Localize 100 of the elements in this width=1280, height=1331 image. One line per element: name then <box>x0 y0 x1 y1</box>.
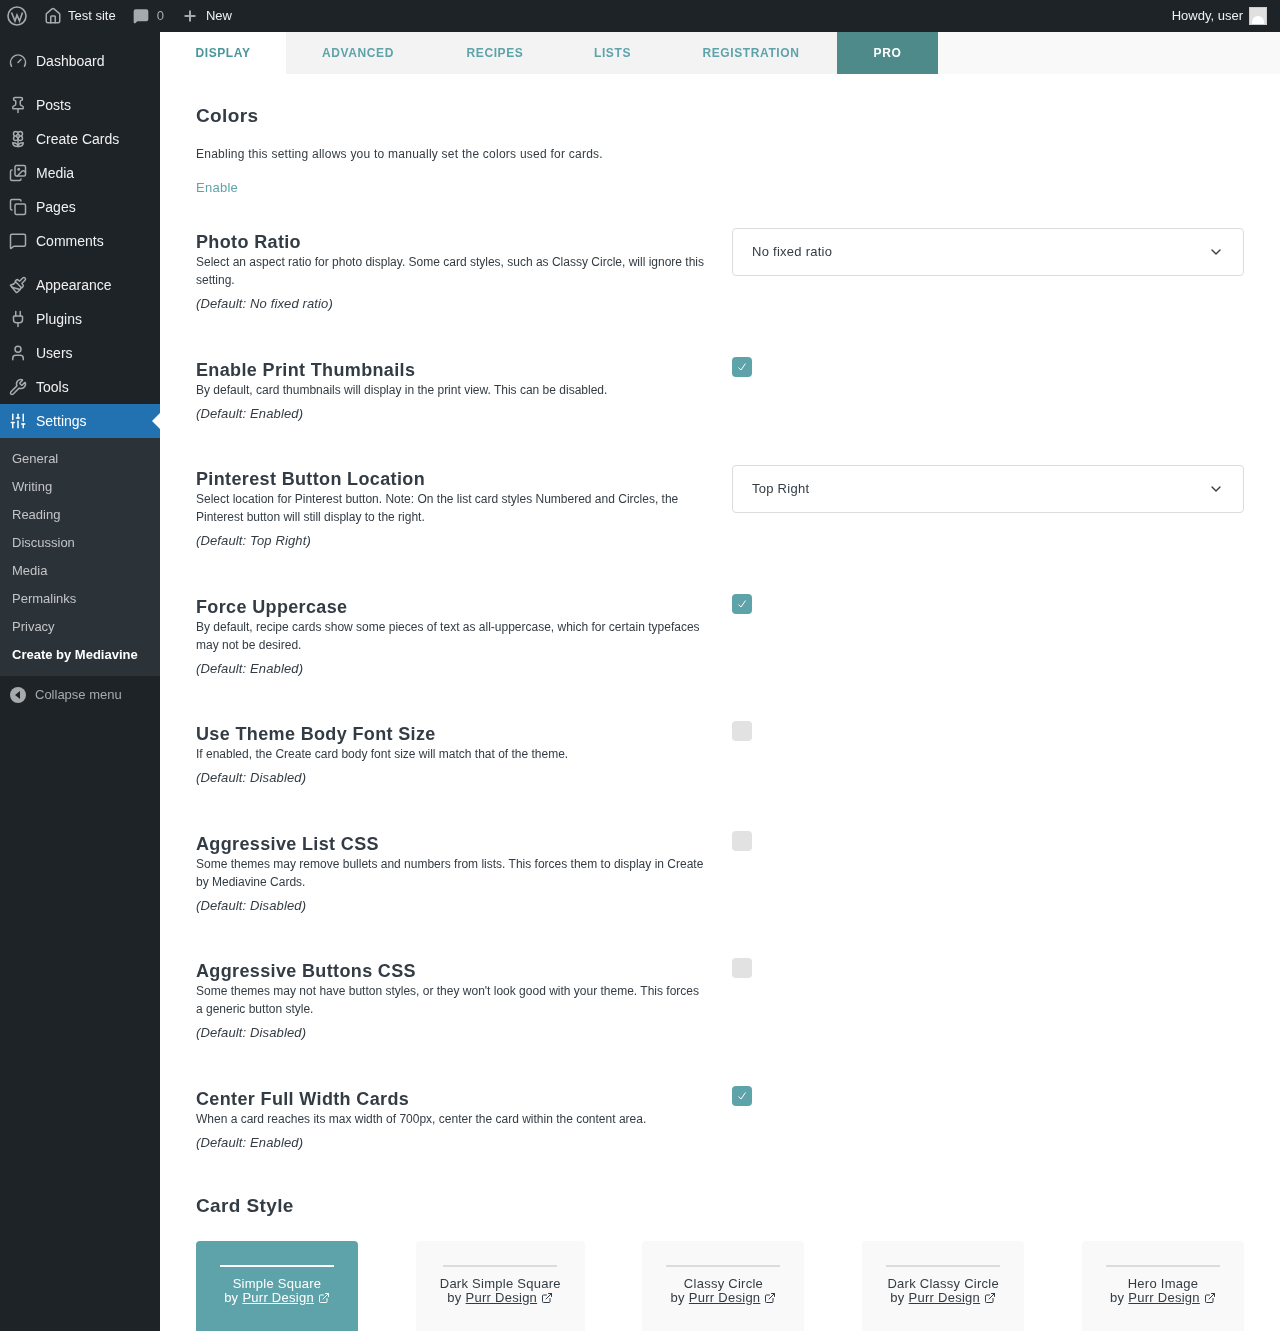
style-name: Hero Image <box>1127 1276 1199 1291</box>
menu-item[interactable]: Create Cards <box>0 122 160 156</box>
plus-icon <box>181 8 198 24</box>
external-link-icon <box>541 1291 554 1304</box>
setting-description: Select location for Pinterest button. Note: On the list card styles Numbered and Circles, the Pinterest button will still display to the right. <box>196 491 680 526</box>
avatar-icon[interactable] <box>1249 7 1267 25</box>
checkbox[interactable] <box>732 593 752 614</box>
home-icon <box>44 7 62 25</box>
style-name: Dark Simple Square <box>439 1276 561 1291</box>
collapse-menu-link[interactable]: Collapse menu <box>35 685 122 705</box>
gauge-icon <box>9 52 27 70</box>
submenu-item[interactable]: Writing <box>0 473 160 501</box>
menu-item[interactable]: Comments <box>0 224 160 258</box>
menu-item[interactable]: Media <box>0 156 160 190</box>
setting-default: (Default: Enabled) <box>196 1133 305 1152</box>
menu-item[interactable]: Tools <box>0 370 160 404</box>
style-name: Classy Circle <box>683 1276 764 1291</box>
setting-title: Photo Ratio <box>196 231 302 253</box>
comment-icon <box>132 8 149 24</box>
by-label: by <box>670 1290 685 1305</box>
settings-tab[interactable]: PRO <box>837 32 938 74</box>
greeting-link[interactable]: Howdy, user <box>1171 6 1243 26</box>
colors-title: Colors <box>196 104 260 128</box>
menu-item[interactable]: Users <box>0 336 160 370</box>
author-link[interactable]: Purr Design <box>688 1290 761 1305</box>
author-link[interactable]: Purr Design <box>1128 1290 1200 1305</box>
checkbox[interactable] <box>732 958 752 978</box>
setting-title: Aggressive Buttons CSS <box>196 960 417 982</box>
author-link[interactable]: Purr Design <box>465 1290 538 1305</box>
submenu-item[interactable]: Permalinks <box>0 585 160 613</box>
checkbox[interactable] <box>732 1085 752 1106</box>
checkmark-icon <box>737 361 747 372</box>
pin-icon <box>9 96 27 114</box>
submenu-item[interactable]: Reading <box>0 501 160 529</box>
setting-title: Enable Print Thumbnails <box>196 358 417 381</box>
setting-description: Select an aspect ratio for photo display. Some card styles, such as Classy Circle, will ignore this setting. <box>196 254 705 289</box>
by-label: by <box>1110 1290 1125 1305</box>
setting-title: Pinterest Button Location <box>196 468 426 490</box>
checkmark-icon <box>737 1090 747 1101</box>
card-style-option[interactable]: Hero Image by Purr Design <box>1081 1240 1244 1331</box>
menu-item[interactable]: Appearance <box>0 268 160 302</box>
checkbox[interactable] <box>732 356 752 377</box>
setting-default: (Default: Disabled) <box>196 769 308 787</box>
submenu-item[interactable]: Discussion <box>0 529 160 557</box>
by-label: by <box>447 1290 462 1305</box>
submenu-item[interactable]: Media <box>0 557 160 585</box>
comment-count[interactable]: 0 <box>156 6 164 26</box>
setting-default: (Default: No fixed ratio) <box>196 295 334 313</box>
images-icon <box>9 164 27 182</box>
checkbox[interactable] <box>732 721 752 741</box>
external-link-icon <box>984 1291 997 1304</box>
setting-default: (Default: Disabled) <box>196 1024 308 1042</box>
select-field[interactable]: No fixed ratio <box>732 228 1244 276</box>
colors-description: Enabling this setting allows you to manually set the colors used for cards. <box>196 145 604 163</box>
setting-default: (Default: Top Right) <box>196 532 312 550</box>
external-link-icon <box>317 1291 330 1304</box>
select-field[interactable]: Top Right <box>732 465 1244 513</box>
style-name: Simple Square <box>232 1276 322 1291</box>
by-label: by <box>890 1290 905 1305</box>
wordpress-logo-icon[interactable] <box>7 6 27 26</box>
setting-description: By default, card thumbnails will display in the print view. This can be disabled. <box>196 381 609 399</box>
wrench-icon <box>9 378 27 396</box>
card-style-option[interactable]: Classy Circle by Purr Design <box>642 1240 805 1331</box>
setting-description: Some themes may remove bullets and numbers from lists. This forces them to display in Create by Mediavine Cards. <box>196 855 705 891</box>
flower-icon <box>9 130 27 148</box>
setting-title: Center Full Width Cards <box>196 1087 411 1110</box>
by-label: by <box>224 1290 239 1305</box>
menu-item[interactable]: Settings <box>0 404 160 438</box>
checkmark-icon <box>737 598 747 609</box>
setting-description: When a card reaches its max width of 700px, center the card within the content area. <box>196 1110 648 1128</box>
paintbrush-icon <box>9 276 27 294</box>
setting-title: Force Uppercase <box>196 595 349 618</box>
setting-description: Some themes may not have button styles, or they won't look good with your theme. This forces a generic button style. <box>196 983 700 1018</box>
setting-title: Aggressive List CSS <box>196 832 380 855</box>
site-link[interactable]: Test site <box>68 6 116 26</box>
setting-description: If enabled, the Create card body font size will match that of the theme. <box>196 746 570 763</box>
submenu-item[interactable]: Privacy <box>0 613 160 641</box>
user-icon <box>9 344 27 362</box>
card-style-option[interactable]: Dark Classy Circle by Purr Design <box>862 1240 1025 1331</box>
setting-default: (Default: Disabled) <box>196 896 308 915</box>
menu-item[interactable]: Dashboard <box>0 44 160 78</box>
setting-title: Use Theme Body Font Size <box>196 723 437 745</box>
setting-default: (Default: Enabled) <box>196 659 305 678</box>
submenu-item[interactable]: Create by Mediavine <box>0 641 160 669</box>
menu-item[interactable]: Pages <box>0 190 160 224</box>
menu-item[interactable]: Posts <box>0 88 160 122</box>
checkbox[interactable] <box>732 830 752 851</box>
style-name: Dark Classy Circle <box>887 1276 999 1291</box>
menu-item[interactable]: Plugins <box>0 302 160 336</box>
sliders-icon <box>9 412 27 430</box>
card-style-title: Card Style <box>196 1194 295 1218</box>
submenu-item[interactable]: General <box>0 445 160 473</box>
new-link[interactable]: New <box>205 6 232 26</box>
card-style-option[interactable]: Dark Simple Square by Purr Design <box>415 1240 585 1331</box>
author-link[interactable]: Purr Design <box>908 1290 981 1305</box>
collapse-icon[interactable] <box>10 687 26 703</box>
speech-bubble-icon <box>9 232 27 250</box>
setting-default: (Default: Enabled) <box>196 404 305 423</box>
external-link-icon <box>764 1291 777 1304</box>
external-link-icon <box>1203 1291 1216 1304</box>
